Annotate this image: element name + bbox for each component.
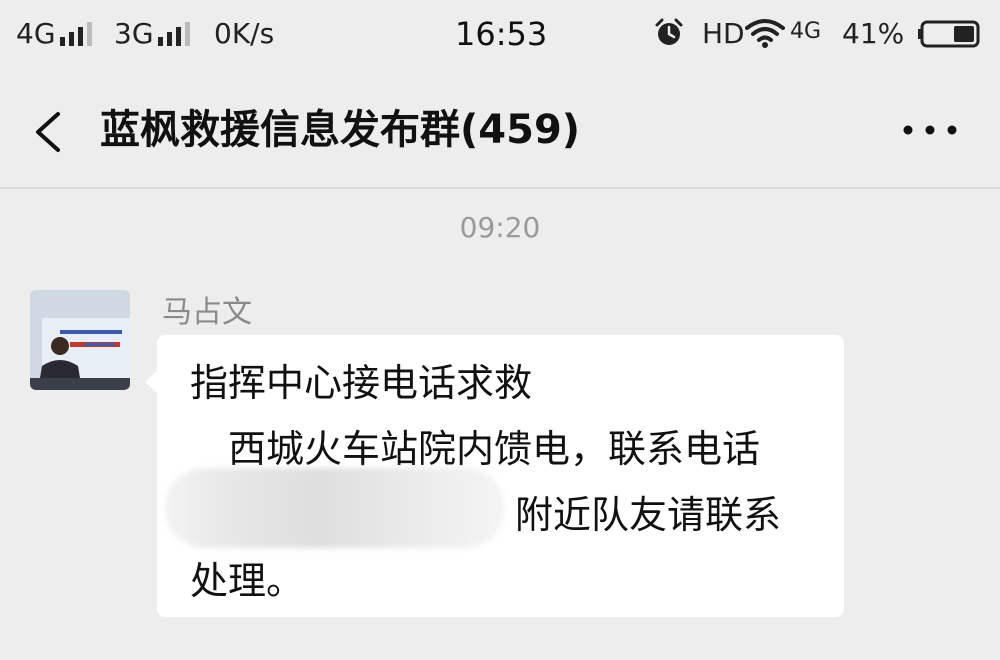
alarm-icon xyxy=(655,18,683,45)
chat-header: 蓝枫救援信息发布群(459) xyxy=(0,72,1000,189)
signal-bars-icon xyxy=(157,22,194,46)
sender-avatar[interactable] xyxy=(30,290,130,390)
chat-title: 蓝枫救援信息发布群(459) xyxy=(100,107,581,153)
hd-indicator: HD xyxy=(702,17,745,50)
network-speed: 0K/s xyxy=(214,17,275,50)
network-4g-indicator: 4G xyxy=(16,16,96,52)
message-line: 附近队友请联系 xyxy=(515,493,782,537)
avatar-photo-icon xyxy=(30,290,130,390)
message-time-divider: 09:20 xyxy=(459,211,541,244)
more-icon[interactable] xyxy=(900,120,960,140)
wifi-icon xyxy=(745,19,785,48)
status-time: 16:53 xyxy=(455,15,548,53)
sender-name: 马占文 xyxy=(162,295,252,330)
message-line: 处理。 xyxy=(190,559,305,603)
signal-bars-icon xyxy=(59,22,96,46)
back-chevron-icon[interactable] xyxy=(30,110,64,154)
message-line: 指挥中心接电话求救 xyxy=(190,361,533,405)
status-bar: 4G 3G 0K/s 16:53 HD 4G 41% xyxy=(0,0,1000,72)
battery-percent: 41% xyxy=(842,17,905,50)
battery-icon xyxy=(918,20,980,48)
network-3g-label: 3G xyxy=(114,17,154,50)
wifi-network-label: 4G xyxy=(790,19,822,44)
redacted-phone-blur xyxy=(165,468,505,548)
network-3g-indicator: 3G xyxy=(114,16,194,52)
network-4g-label: 4G xyxy=(16,17,56,50)
